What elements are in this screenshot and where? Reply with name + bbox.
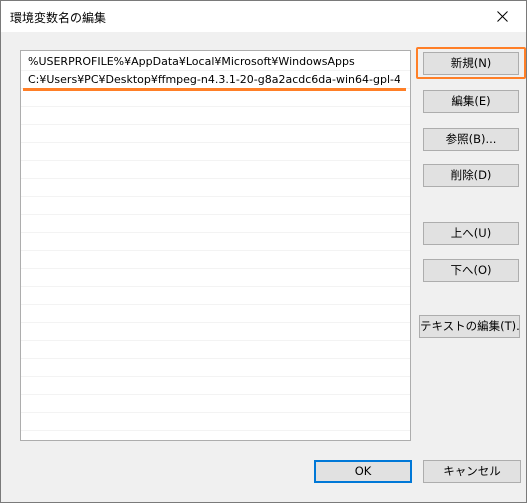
browse-button[interactable]: 参照(B)...: [423, 128, 519, 151]
list-item-text: %USERPROFILE%¥AppData¥Local¥Microsoft¥Wi…: [28, 55, 355, 68]
empty-list-row[interactable]: [21, 89, 410, 107]
empty-list-row[interactable]: [21, 287, 410, 305]
move-down-button[interactable]: 下へ(O): [423, 259, 519, 282]
path-list[interactable]: %USERPROFILE%¥AppData¥Local¥Microsoft¥Wi…: [20, 50, 411, 441]
empty-list-row[interactable]: [21, 125, 410, 143]
empty-list-row[interactable]: [21, 251, 410, 269]
empty-list-row[interactable]: [21, 359, 410, 377]
empty-list-row[interactable]: [21, 395, 410, 413]
empty-list-row[interactable]: [21, 233, 410, 251]
empty-list-row[interactable]: [21, 377, 410, 395]
cancel-button[interactable]: キャンセル: [423, 460, 521, 483]
empty-list-row[interactable]: [21, 107, 410, 125]
edit-text-button[interactable]: テキストの編集(T)...: [419, 315, 520, 338]
edit-env-var-dialog: 環境変数名の編集 %USERPROFILE%¥AppData¥Local¥Mic…: [0, 0, 527, 503]
new-button[interactable]: 新規(N): [423, 52, 519, 75]
empty-list-row[interactable]: [21, 413, 410, 431]
close-icon: [497, 11, 508, 22]
list-item-selected[interactable]: C:¥Users¥PC¥Desktop¥ffmpeg-n4.3.1-20-g8a…: [21, 71, 410, 91]
list-item[interactable]: %USERPROFILE%¥AppData¥Local¥Microsoft¥Wi…: [21, 53, 410, 71]
ok-button[interactable]: OK: [314, 460, 412, 483]
empty-list-row[interactable]: [21, 179, 410, 197]
move-up-button[interactable]: 上へ(U): [423, 222, 519, 245]
list-item-text: C:¥Users¥PC¥Desktop¥ffmpeg-n4.3.1-20-g8a…: [28, 73, 400, 86]
window-title: 環境変数名の編集: [10, 11, 107, 25]
close-button[interactable]: [480, 1, 526, 32]
empty-list-row[interactable]: [21, 341, 410, 359]
empty-list-row[interactable]: [21, 143, 410, 161]
empty-list-row[interactable]: [21, 323, 410, 341]
empty-list-row[interactable]: [21, 197, 410, 215]
empty-list-row[interactable]: [21, 269, 410, 287]
edit-button[interactable]: 編集(E): [423, 90, 519, 113]
empty-list-row[interactable]: [21, 215, 410, 233]
empty-list-row[interactable]: [21, 161, 410, 179]
delete-button[interactable]: 削除(D): [423, 164, 519, 187]
empty-list-row[interactable]: [21, 305, 410, 323]
title-bar: 環境変数名の編集: [1, 1, 526, 32]
